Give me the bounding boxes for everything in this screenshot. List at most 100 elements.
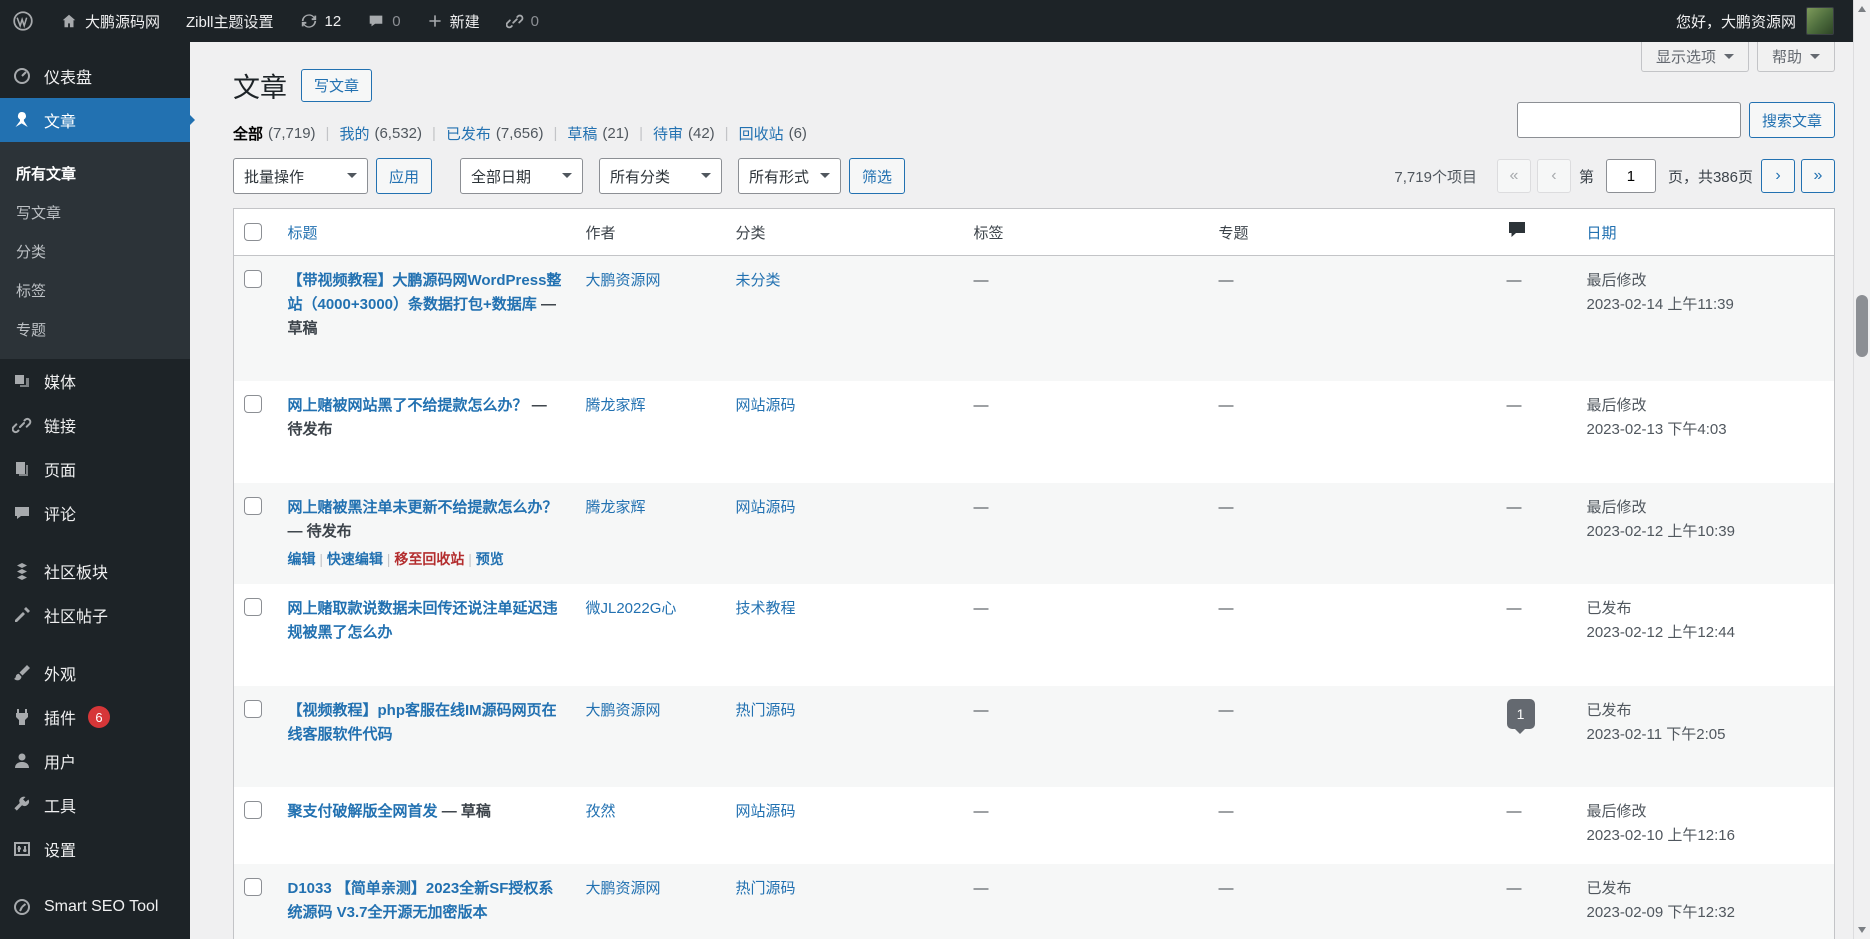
row-checkbox[interactable] [244, 598, 262, 617]
links-menu[interactable]: 0 [505, 12, 539, 30]
sidebar-item-comments[interactable]: 评论 [0, 491, 190, 535]
preview-link[interactable]: 预览 [476, 551, 504, 567]
date-status: 已发布 [1586, 600, 1632, 618]
author-link[interactable]: 微JL2022G心 [586, 600, 677, 617]
sidebar-item-community-posts[interactable]: 社区帖子 [0, 593, 190, 637]
new-content-menu[interactable]: 新建 [427, 11, 480, 32]
update-count: 12 [324, 12, 342, 30]
pin-icon [15, 111, 28, 127]
scroll-up-arrow-icon[interactable] [1854, 0, 1870, 17]
category-link[interactable]: 技术教程 [736, 600, 796, 617]
row-checkbox[interactable] [244, 699, 262, 718]
post-title-link[interactable]: 【带视频教程】大鹏源码网WordPress整站（4000+3000）条数据打包+… [288, 272, 562, 313]
category-link[interactable]: 热门源码 [736, 702, 796, 719]
post-title-link[interactable]: 【视频教程】php客服在线IM源码网页在线客服软件代码 [288, 702, 557, 743]
table-row: 聚支付破解版全网首发 — 草稿 编辑 | 快速编辑 | 移至回收站 | 预览 孜… [234, 787, 1835, 864]
scroll-down-arrow-icon[interactable] [1854, 922, 1870, 939]
submenu-add-post[interactable]: 写文章 [0, 193, 190, 232]
next-page-button[interactable]: › [1761, 159, 1795, 193]
search-posts-button[interactable]: 搜索文章 [1748, 102, 1835, 138]
column-comments [1496, 208, 1577, 256]
trash-link[interactable]: 移至回收站 [394, 551, 464, 567]
author-link[interactable]: 腾龙家辉 [586, 499, 646, 516]
post-title-link[interactable]: D1033 【简单亲测】2023全新SF授权系统源码 V3.7全开源无加密版本 [288, 880, 554, 921]
comment-count-badge[interactable]: 1 [1506, 698, 1535, 735]
sidebar-item-appearance[interactable]: 外观 [0, 651, 190, 695]
category-filter-select[interactable]: 所有分类 [599, 158, 723, 194]
avatar[interactable] [1806, 7, 1834, 35]
row-checkbox[interactable] [244, 270, 262, 288]
account-menu[interactable]: 您好，大鹏资源网 [1676, 11, 1796, 32]
author-link[interactable]: 腾龙家辉 [586, 397, 646, 414]
row-checkbox[interactable] [244, 496, 262, 515]
first-page-button[interactable]: « [1496, 159, 1531, 193]
author-link[interactable]: 孜然 [586, 803, 616, 820]
link-icon [505, 14, 523, 29]
post-state: — 待发布 [287, 522, 352, 540]
theme-settings-menu[interactable]: Zibll主题设置 [186, 11, 274, 32]
help-button[interactable]: 帮助 [1756, 42, 1835, 72]
category-link[interactable]: 网站源码 [736, 803, 796, 820]
date-filter-select[interactable]: 全部日期 [460, 158, 584, 194]
sidebar-item-posts[interactable]: 文章 [0, 98, 195, 142]
sidebar-item-settings[interactable]: 设置 [0, 827, 190, 871]
submenu-topics[interactable]: 专题 [0, 310, 190, 349]
submenu-tags[interactable]: 标签 [0, 271, 190, 310]
sidebar-item-dashboard[interactable]: 仪表盘 [0, 54, 190, 98]
date-cell: 最后修改 2023-02-14 上午11:39 [1577, 256, 1835, 382]
category-link[interactable]: 网站源码 [736, 499, 796, 516]
last-page-button[interactable]: » [1801, 159, 1835, 193]
sidebar-item-plugins[interactable]: 插件 6 [0, 695, 190, 739]
bulk-actions-select[interactable]: 批量操作 [233, 158, 368, 194]
sidebar-item-tools[interactable]: 工具 [0, 783, 190, 827]
current-page-input[interactable] [1605, 159, 1656, 193]
apply-button[interactable]: 应用 [376, 158, 433, 194]
sidebar-item-smart-seo-tool[interactable]: Smart SEO Tool [0, 885, 190, 929]
sidebar-item-media[interactable]: 媒体 [0, 359, 190, 403]
date-cell: 已发布 2023-02-11 下午2:05 [1577, 686, 1835, 787]
sidebar-item-community-blocks[interactable]: 社区板块 [0, 549, 190, 593]
post-title-link[interactable]: 网上赌取款说数据未回传还说注单延迟违规被黑了怎么办 [288, 600, 558, 641]
sidebar-item-links[interactable]: 链接 [0, 403, 190, 447]
row-checkbox[interactable] [244, 395, 262, 414]
vertical-scrollbar[interactable] [1853, 0, 1870, 939]
column-date[interactable]: 日期 [1576, 208, 1835, 256]
posts-table: 标题 作者 分类 标签 专题 日期 【带视频教程】大鹏源码网WordPress整… [233, 208, 1835, 939]
format-filter-select[interactable]: 所有形式 [738, 158, 842, 194]
post-title-link[interactable]: 聚支付破解版全网首发 [288, 803, 438, 820]
prev-page-button[interactable]: ‹ [1536, 159, 1571, 193]
select-all-checkbox[interactable] [244, 223, 262, 241]
submenu-categories[interactable]: 分类 [0, 232, 190, 271]
site-menu[interactable]: 大鹏源码网 [60, 11, 160, 32]
author-link[interactable]: 大鹏资源网 [586, 272, 661, 289]
sidebar-item-zibll-store[interactable]: Zibll商城 [0, 929, 190, 939]
comments-menu[interactable]: 0 [367, 12, 401, 30]
screen-options-button[interactable]: 显示选项 [1640, 42, 1749, 72]
scrollbar-thumb[interactable] [1856, 295, 1868, 357]
admin-sidebar: 仪表盘 文章 所有文章 写文章 分类 标签 专题 媒体 链接 页面 评论 社区板… [0, 42, 195, 939]
post-title-link[interactable]: 网上赌被黑注单未更新不给提款怎么办？ [288, 499, 558, 516]
comments-cell: — [1506, 880, 1522, 898]
submenu-all-posts[interactable]: 所有文章 [0, 154, 190, 193]
sidebar-item-pages[interactable]: 页面 [0, 447, 190, 491]
filter-button[interactable]: 筛选 [849, 158, 906, 194]
author-link[interactable]: 大鹏资源网 [586, 702, 661, 719]
row-checkbox[interactable] [244, 878, 262, 897]
updates-menu[interactable]: 12 [300, 12, 342, 30]
author-link[interactable]: 大鹏资源网 [586, 880, 661, 897]
post-title-link[interactable]: 网上赌被网站黑了不给提款怎么办？ [288, 397, 528, 414]
wordpress-logo-icon[interactable] [12, 10, 34, 32]
table-row: D1033 【简单亲测】2023全新SF授权系统源码 V3.7全开源无加密版本 … [233, 864, 1835, 939]
category-link[interactable]: 未分类 [736, 272, 781, 289]
category-link[interactable]: 网站源码 [736, 397, 796, 414]
column-tags: 标签 [963, 208, 1209, 256]
row-checkbox[interactable] [244, 800, 262, 819]
column-title[interactable]: 标题 [277, 208, 576, 256]
quick-edit-link[interactable]: 快速编辑 [327, 551, 383, 567]
add-new-post-button[interactable]: 写文章 [301, 69, 373, 102]
category-link[interactable]: 热门源码 [736, 880, 796, 897]
edit-link[interactable]: 编辑 [288, 551, 316, 567]
sidebar-item-users[interactable]: 用户 [0, 739, 190, 783]
search-input[interactable] [1516, 102, 1741, 138]
date-status: 已发布 [1586, 880, 1632, 898]
